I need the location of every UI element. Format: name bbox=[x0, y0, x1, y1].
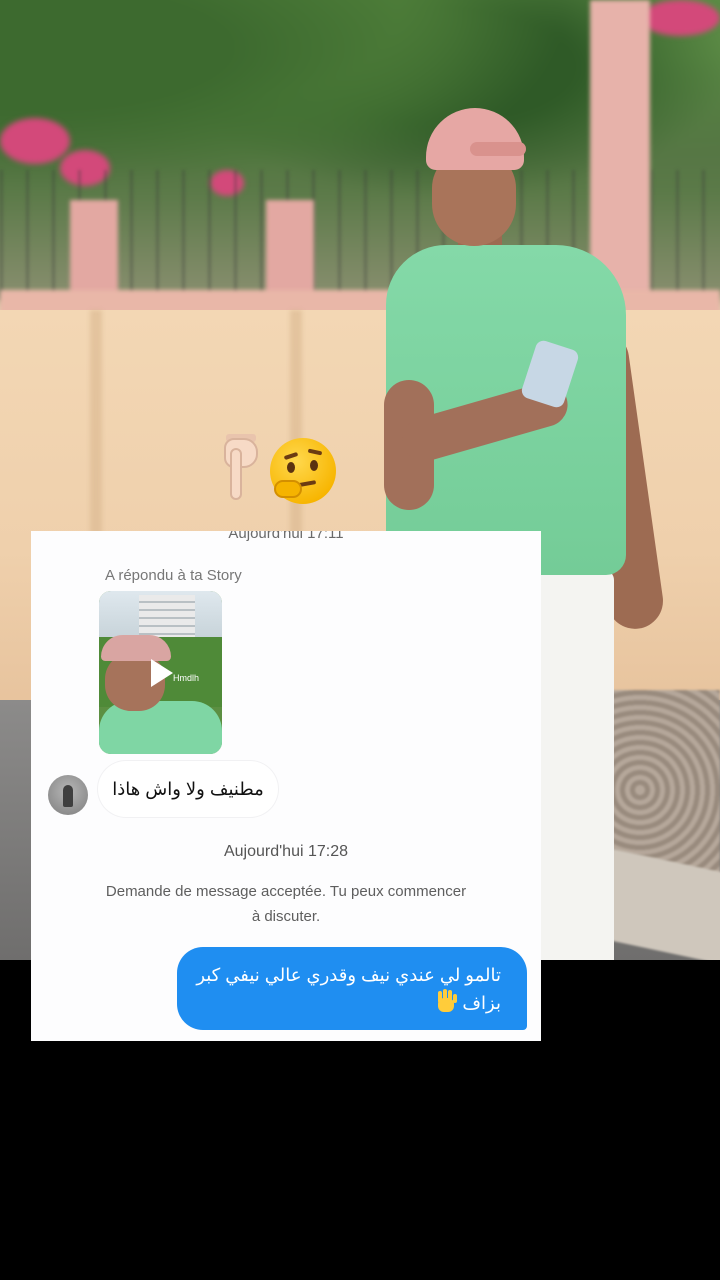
avatar[interactable] bbox=[48, 775, 88, 815]
thinking-face-icon bbox=[270, 438, 336, 504]
cap-brim bbox=[470, 142, 526, 156]
story-thumbnail[interactable]: Hmdlh bbox=[99, 591, 222, 754]
story-caption: Hmdlh bbox=[173, 673, 200, 683]
timestamp: Aujourd'hui 17:11 bbox=[228, 531, 344, 542]
pointing-down-icon bbox=[210, 434, 266, 504]
flower bbox=[0, 118, 70, 164]
timestamp: Aujourd'hui 17:28 bbox=[223, 843, 349, 860]
story-reply-label: A répondu à ta Story bbox=[105, 567, 242, 584]
flower bbox=[640, 0, 720, 36]
outgoing-message-bubble: تالمو لي عندي نيف وقدري عالي نيفي كبر بز… bbox=[177, 947, 527, 1030]
request-accepted-notice: Demande de message acceptée. Tu peux com… bbox=[105, 883, 467, 925]
video-frame: Aujourd'hui 17:11 A répondu à ta Story H… bbox=[0, 0, 720, 1280]
raised-hand-icon bbox=[435, 989, 458, 1013]
emoji-overlay bbox=[210, 428, 350, 504]
chat-screenshot: Aujourd'hui 17:11 A répondu à ta Story H… bbox=[31, 531, 541, 1041]
play-icon[interactable] bbox=[151, 659, 173, 687]
incoming-message-bubble: مطنيف ولا واش هاذا bbox=[98, 761, 278, 817]
